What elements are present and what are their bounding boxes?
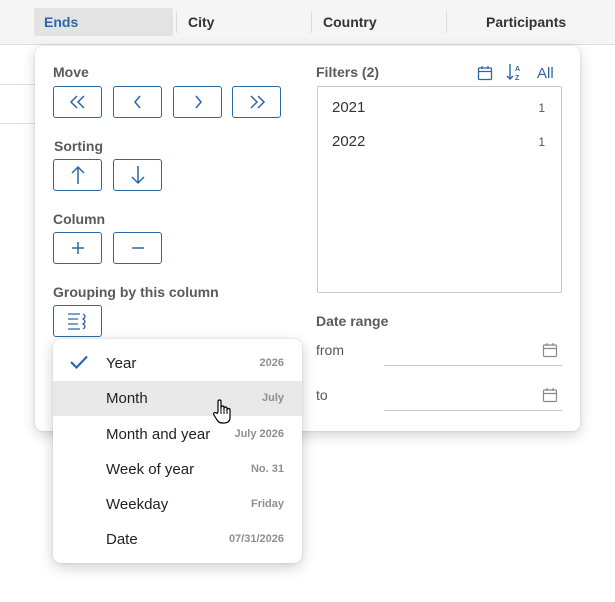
group-list-icon [67, 313, 86, 330]
grouping-option-month-and-year[interactable]: Month and year July 2026 [53, 417, 302, 452]
calendar-icon[interactable] [542, 342, 558, 363]
column-section-title: Column [53, 211, 106, 227]
move-first-button[interactable] [53, 86, 102, 118]
sort-ascending-button[interactable] [53, 159, 102, 191]
menu-item-sample: July 2026 [234, 428, 284, 440]
date-range-title: Date range [316, 313, 389, 329]
column-header-country[interactable]: Country [313, 8, 443, 36]
filters-section-title: Filters (2) [316, 64, 380, 80]
column-separator [446, 11, 447, 33]
grouping-option-month[interactable]: Month July [53, 381, 302, 416]
from-label: from [316, 342, 344, 358]
grouping-option-weekday[interactable]: Weekday Friday [53, 487, 302, 522]
menu-item-sample: Friday [250, 498, 284, 510]
move-last-button[interactable] [232, 86, 281, 118]
filter-item[interactable]: 2021 1 [332, 95, 545, 119]
grouping-option-year[interactable]: Year 2026 [53, 346, 302, 381]
double-chevron-right-icon [249, 95, 265, 109]
minus-icon [131, 247, 144, 249]
move-section-title: Move [53, 64, 89, 80]
double-chevron-left-icon [69, 95, 85, 109]
grouping-option-week-of-year[interactable]: Week of year No. 31 [53, 452, 302, 487]
column-header-participants[interactable]: Participants [476, 8, 606, 36]
menu-item-sample: No. 31 [250, 463, 284, 475]
column-separator [311, 11, 312, 33]
arrow-up-icon [70, 165, 85, 184]
sort-descending-button[interactable] [113, 159, 162, 191]
plus-icon [71, 242, 84, 254]
sort-alpha-icon[interactable]: AZ [506, 63, 524, 86]
filter-values-list[interactable]: 2021 1 2022 1 [317, 86, 562, 293]
grouping-option-date[interactable]: Date 07/31/2026 [53, 522, 302, 557]
filter-item-value: 2021 [332, 99, 366, 116]
calendar-icon[interactable] [477, 65, 493, 86]
menu-item-label: Week of year [106, 461, 195, 478]
filter-item-count: 1 [538, 135, 545, 149]
to-label: to [316, 387, 328, 403]
table-header: Ends City Country Participants [0, 0, 615, 45]
menu-item-label: Year [106, 355, 137, 372]
move-left-button[interactable] [113, 86, 162, 118]
arrow-down-icon [130, 166, 145, 185]
chevron-left-icon [133, 95, 141, 109]
select-all-link[interactable]: All [537, 65, 554, 82]
chevron-right-icon [194, 95, 202, 109]
checkmark-icon [70, 355, 88, 374]
svg-text:Z: Z [515, 75, 520, 81]
grouping-menu: Year 2026 Month July Month and year July… [53, 339, 302, 563]
menu-item-label: Month and year [106, 426, 211, 443]
column-header-ends[interactable]: Ends [34, 8, 173, 36]
menu-item-sample: 2026 [259, 357, 284, 369]
menu-item-sample: July [261, 392, 284, 404]
calendar-icon[interactable] [542, 387, 558, 408]
menu-item-label: Date [106, 531, 138, 548]
grouping-button[interactable] [53, 305, 102, 337]
remove-column-button[interactable] [113, 232, 162, 264]
column-header-city[interactable]: City [178, 8, 308, 36]
hand-cursor-icon [212, 399, 234, 430]
date-from-input[interactable] [384, 336, 562, 366]
filter-item[interactable]: 2022 1 [332, 129, 545, 153]
sorting-section-title: Sorting [54, 138, 103, 154]
svg-text:A: A [515, 66, 520, 73]
table-row-divider [0, 84, 40, 85]
menu-item-sample: 07/31/2026 [228, 533, 284, 545]
date-to-input[interactable] [384, 381, 562, 411]
table-row-divider [0, 123, 40, 124]
menu-item-label: Weekday [106, 496, 169, 513]
column-separator [176, 11, 177, 33]
grouping-section-title: Grouping by this column [53, 284, 219, 300]
filter-item-value: 2022 [332, 133, 366, 150]
filter-item-count: 1 [538, 101, 545, 115]
move-right-button[interactable] [173, 86, 222, 118]
menu-item-label: Month [106, 390, 148, 407]
add-column-button[interactable] [53, 232, 102, 264]
